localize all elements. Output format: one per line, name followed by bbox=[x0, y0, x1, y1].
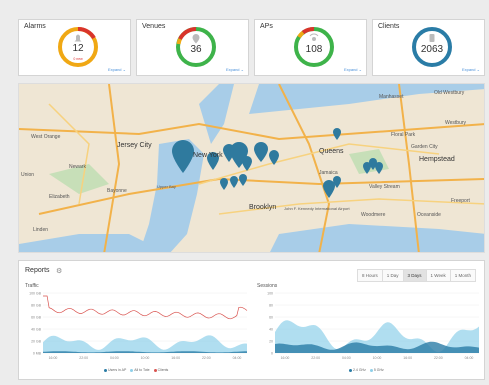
venue-map[interactable]: West Orange Jersey City Bayonne Elizabet… bbox=[18, 83, 485, 253]
map-label: Queens bbox=[319, 148, 344, 155]
legend-item: 5 GHz bbox=[369, 368, 384, 372]
map-label: Valley Stream bbox=[369, 184, 400, 190]
map-label: Manhasset bbox=[379, 94, 404, 100]
x-tick-label: 22:00 bbox=[311, 356, 320, 360]
card-title: Alarms bbox=[24, 23, 46, 30]
time-range-tabs: 8 Hours 1 Day 3 Days 1 Week 1 Month bbox=[357, 269, 476, 282]
reports-panel: Reports ⚙ 8 Hours 1 Day 3 Days 1 Week 1 … bbox=[18, 260, 485, 380]
map-label: Jamaica bbox=[319, 170, 338, 176]
clients-card[interactable]: Clients 2063 Expand ⌄ bbox=[372, 19, 485, 76]
map-label: West Orange bbox=[31, 134, 61, 140]
card-title: APs bbox=[260, 23, 273, 30]
x-tick-label: 16:00 bbox=[49, 356, 58, 360]
map-label: Linden bbox=[33, 227, 49, 233]
map-label: John F. Kennedy International Airport bbox=[284, 206, 350, 211]
map-label: Garden City bbox=[411, 144, 438, 150]
tab-8-hours[interactable]: 8 Hours bbox=[357, 269, 383, 282]
aps-value: 108 bbox=[305, 44, 323, 55]
map-label: New York bbox=[193, 152, 223, 159]
tab-1-month[interactable]: 1 Month bbox=[449, 269, 476, 282]
x-tick-label: 10:00 bbox=[373, 356, 382, 360]
x-tick-label: 16:00 bbox=[281, 356, 290, 360]
y-tick-label: 40 bbox=[269, 328, 273, 332]
y-tick-label: 100 GB bbox=[29, 292, 42, 296]
access-point-icon bbox=[309, 33, 319, 41]
legend-item: Clients bbox=[153, 368, 168, 372]
map-label: Freeport bbox=[451, 198, 470, 204]
card-title: Venues bbox=[142, 23, 166, 30]
legend-item: All to Tote bbox=[130, 368, 150, 372]
alarms-card[interactable]: Alarms 12 0 new Expand ⌄ bbox=[18, 19, 131, 76]
expand-link[interactable]: Expand ⌄ bbox=[108, 67, 126, 72]
x-tick-label: 04:00 bbox=[465, 356, 474, 360]
series-area bbox=[43, 335, 247, 353]
map-label: Floral Park bbox=[391, 132, 416, 138]
map-label: Hempstead bbox=[419, 156, 455, 163]
traffic-title: Traffic bbox=[25, 283, 39, 289]
map-label: Elizabeth bbox=[49, 194, 70, 200]
map-label: Newark bbox=[69, 164, 86, 170]
expand-link[interactable]: Expand ⌄ bbox=[344, 67, 362, 72]
alarms-new: 0 new bbox=[73, 57, 83, 61]
map-label: Old Westbury bbox=[434, 90, 465, 96]
reports-title: Reports bbox=[25, 267, 50, 274]
gear-icon[interactable]: ⚙ bbox=[56, 267, 62, 275]
traffic-chart: 100 GB 80 GB 60 GB 40 GB 20 GB 0 MB 16:00 22:00… bbox=[29, 292, 248, 360]
tab-1-week[interactable]: 1 Week bbox=[425, 269, 451, 282]
x-tick-label: 04:00 bbox=[110, 356, 119, 360]
sessions-chart: 100 80 60 40 20 0 16:00 22:00 04:00 10:00 16:00 22:… bbox=[267, 292, 479, 360]
map-label: Westbury bbox=[445, 120, 467, 126]
x-tick-label: 04:00 bbox=[342, 356, 351, 360]
aps-card[interactable]: APs 108 Expand ⌄ bbox=[254, 19, 367, 76]
y-tick-label: 80 bbox=[269, 304, 273, 308]
x-tick-label: 16:00 bbox=[403, 356, 412, 360]
map-label: Upper Bay bbox=[157, 184, 176, 189]
map-canvas bbox=[19, 84, 484, 252]
x-tick-label: 10:00 bbox=[141, 356, 150, 360]
x-tick-label: 22:00 bbox=[202, 356, 211, 360]
bell-icon bbox=[74, 34, 82, 42]
y-tick-label: 100 bbox=[267, 292, 273, 296]
sessions-legend: 2.4 GHz 5 GHz bbox=[349, 368, 384, 372]
clients-value: 2063 bbox=[420, 44, 444, 55]
tab-1-day[interactable]: 1 Day bbox=[381, 269, 404, 282]
x-tick-label: 16:00 bbox=[171, 356, 180, 360]
map-label: Jersey City bbox=[117, 142, 152, 149]
y-tick-label: 60 GB bbox=[31, 316, 42, 320]
legend-item: 2.4 GHz bbox=[349, 368, 366, 372]
legend-item: Users in AP bbox=[104, 368, 126, 372]
location-pin-icon bbox=[192, 34, 200, 44]
x-tick-label: 22:00 bbox=[434, 356, 443, 360]
series-line bbox=[43, 295, 248, 320]
map-label: Bayonne bbox=[107, 188, 127, 194]
y-tick-label: 0 MB bbox=[33, 352, 42, 356]
map-label: Brooklyn bbox=[249, 204, 277, 211]
venues-card[interactable]: Venues 36 Expand ⌄ bbox=[136, 19, 249, 76]
x-tick-label: 04:00 bbox=[233, 356, 242, 360]
y-tick-label: 40 GB bbox=[31, 328, 42, 332]
traffic-legend: Users in AP All to Tote Clients bbox=[104, 368, 168, 372]
expand-link[interactable]: Expand ⌄ bbox=[462, 67, 480, 72]
y-tick-label: 20 GB bbox=[31, 340, 42, 344]
y-tick-label: 80 GB bbox=[31, 304, 42, 308]
map-label: Oceanside bbox=[417, 212, 441, 218]
venues-value: 36 bbox=[190, 44, 202, 55]
x-tick-label: 22:00 bbox=[79, 356, 88, 360]
alarms-value: 12 bbox=[72, 43, 84, 54]
y-tick-label: 20 bbox=[269, 340, 273, 344]
map-label: Union bbox=[21, 172, 35, 178]
map-label: Woodmere bbox=[361, 212, 386, 218]
sessions-title: Sessions bbox=[257, 283, 278, 289]
card-title: Clients bbox=[378, 23, 400, 30]
tab-3-days[interactable]: 3 Days bbox=[402, 269, 427, 282]
y-tick-label: 60 bbox=[269, 316, 273, 320]
y-tick-label: 0 bbox=[271, 352, 273, 356]
device-icon bbox=[429, 34, 435, 42]
expand-link[interactable]: Expand ⌄ bbox=[226, 67, 244, 72]
